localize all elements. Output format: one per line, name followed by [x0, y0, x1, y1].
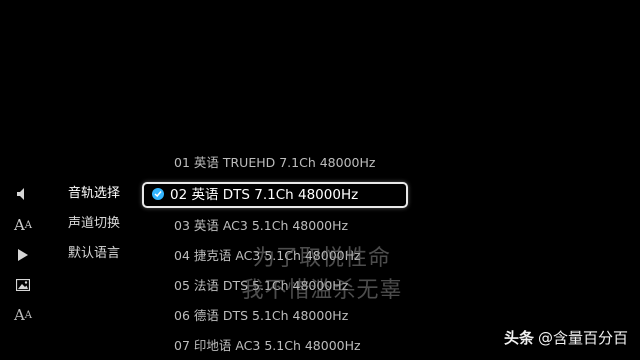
track-item-selected[interactable]: 02 英语 DTS 7.1Ch 48000Hz: [142, 182, 408, 208]
track-item[interactable]: 01 英语 TRUEHD 7.1Ch 48000Hz: [164, 150, 406, 176]
player-screen: AA AA 音轨选择 声道切换 默认语言 01 英语 TRUEHD 7.1Ch …: [0, 0, 640, 360]
track-label: 02 英语 DTS 7.1Ch 48000Hz: [170, 187, 359, 203]
menu-item-audio-track[interactable]: 音轨选择: [68, 184, 120, 204]
watermark: 头条 @含量百分百: [504, 327, 628, 348]
font-size-icon[interactable]: AA: [12, 215, 34, 235]
watermark-brand: 头条: [503, 329, 534, 347]
track-item[interactable]: 03 英语 AC3 5.1Ch 48000Hz: [164, 213, 406, 239]
subtitle-line-2: 我不惜滥杀无辜: [241, 278, 403, 303]
volume-icon[interactable]: [12, 184, 34, 204]
track-item[interactable]: 07 印地语 AC3 5.1Ch 48000Hz: [164, 333, 406, 359]
check-icon: [152, 188, 164, 200]
subtitle-font-icon[interactable]: AA: [12, 305, 34, 325]
menu-item-channel-switch[interactable]: 声道切换: [68, 214, 120, 234]
watermark-handle: @含量百分百: [537, 329, 628, 347]
track-item[interactable]: 06 德语 DTS 5.1Ch 48000Hz: [164, 303, 406, 329]
subtitle-line-1: 为了取悦性命: [252, 246, 391, 271]
